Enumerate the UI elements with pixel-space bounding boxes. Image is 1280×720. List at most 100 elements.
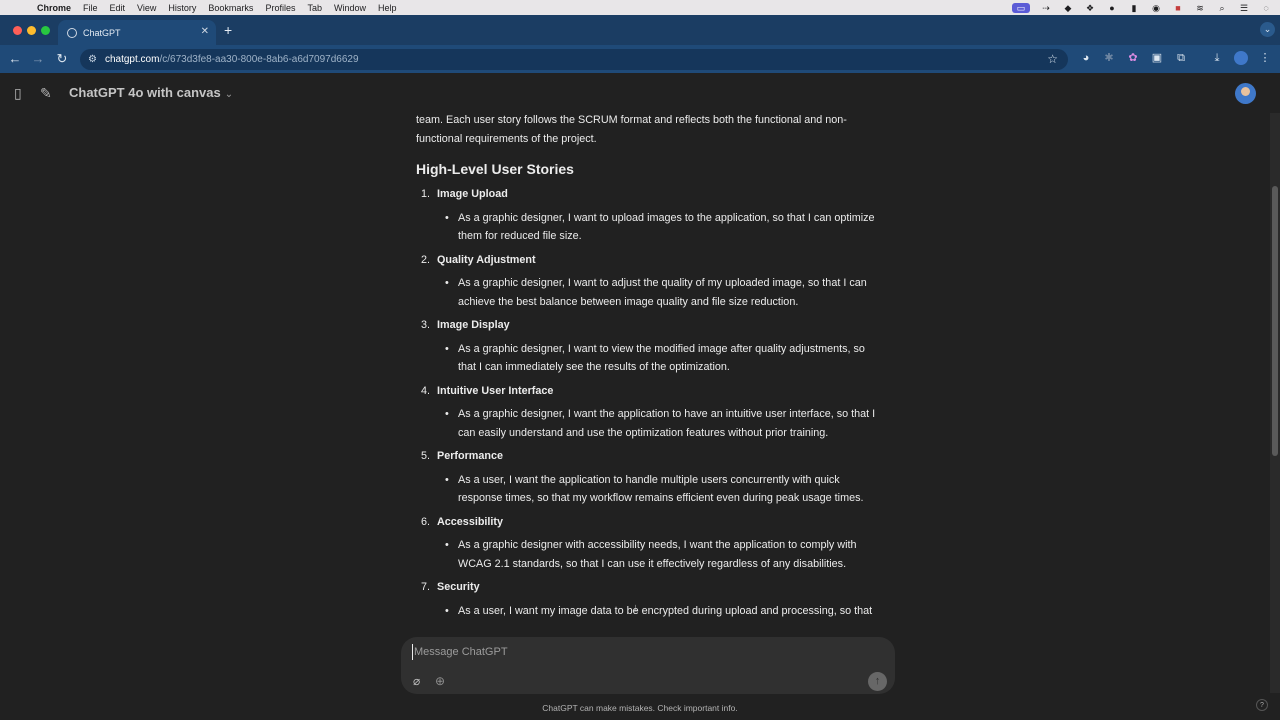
story-number: 4. <box>421 384 431 397</box>
forward-icon[interactable]: → <box>30 51 46 66</box>
app-status-icon[interactable]: ■ <box>1172 3 1184 13</box>
story-text: As a graphic designer, I want the applic… <box>437 405 886 442</box>
scrollbar-thumb[interactable] <box>1272 186 1278 456</box>
screen-share-icon[interactable]: ▭ <box>1012 2 1030 13</box>
story-number: 5. <box>421 450 431 462</box>
chat-header: ▯ ✎ ChatGPT 4o with canvas ⌄ <box>0 73 1280 113</box>
story-text: As a graphic designer with accessibility… <box>437 536 886 573</box>
story-number: 6. <box>421 515 431 528</box>
window-controls <box>13 26 50 35</box>
new-chat-icon[interactable]: ✎ <box>40 85 52 102</box>
story-title: Intuitive User Interface <box>437 384 554 397</box>
story-number: 3. <box>421 319 431 331</box>
extension-2-icon[interactable]: ✱ <box>1102 51 1116 65</box>
browser-tab-strip: ChatGPT ✕ + ⌄ <box>0 15 1280 45</box>
send-button[interactable]: ↑ <box>868 672 887 691</box>
site-info-icon[interactable]: ⚙ <box>88 54 97 65</box>
list-item: 2. Quality Adjustment As a graphic desig… <box>416 251 886 312</box>
back-icon[interactable]: ← <box>7 51 23 66</box>
paperclip-icon[interactable]: ⌀ <box>413 674 420 688</box>
model-name: ChatGPT 4o with canvas <box>69 85 221 100</box>
message-input[interactable] <box>412 644 852 660</box>
timer-icon[interactable]: ◉ <box>1150 3 1162 13</box>
story-number: 1. <box>421 188 431 200</box>
reload-icon[interactable]: ↻ <box>54 51 70 67</box>
extensions-puzzle-icon[interactable]: ⧉ <box>1174 51 1188 65</box>
story-text: As a graphic designer, I want to adjust … <box>437 274 886 311</box>
menu-edit[interactable]: Edit <box>110 3 135 13</box>
user-avatar[interactable] <box>1235 83 1256 104</box>
menubar-status-icons: ▭ ⇢ ◆ ❖ ● ▮ ◉ ■ ≋ ⌕ ☰ ◌ <box>1012 0 1272 15</box>
story-text: As a graphic designer, I want to view th… <box>437 340 886 377</box>
user-stories-list: 1. Image Upload As a graphic designer, I… <box>416 185 886 620</box>
browser-tab-chatgpt[interactable]: ChatGPT ✕ <box>58 20 216 45</box>
story-title: Security <box>437 581 480 593</box>
menu-window[interactable]: Window <box>334 3 375 13</box>
story-title: Image Upload <box>437 188 508 200</box>
story-text: As a user, I want the application to han… <box>437 471 886 508</box>
chrome-menu-icon[interactable]: ⋮ <box>1258 51 1272 65</box>
close-window-button[interactable] <box>13 26 22 35</box>
story-number: 2. <box>421 253 431 266</box>
list-item: 4. Intuitive User Interface As a graphic… <box>416 382 886 443</box>
chevron-down-icon: ⌄ <box>224 89 234 100</box>
dropbox-icon[interactable]: ❖ <box>1084 3 1096 13</box>
section-heading: High-Level User Stories <box>416 161 574 177</box>
story-text: As a graphic designer, I want to upload … <box>437 209 886 246</box>
list-item: 5. Performance As a user, I want the app… <box>416 447 886 508</box>
address-bar[interactable]: ⚙ chatgpt.com/c/673d3fe8-aa30-800e-8ab6-… <box>80 49 1068 70</box>
menu-bookmarks[interactable]: Bookmarks <box>208 3 262 13</box>
new-tab-button[interactable]: + <box>224 22 232 38</box>
menu-help[interactable]: Help <box>378 3 406 13</box>
minimize-window-button[interactable] <box>27 26 36 35</box>
tab-title: ChatGPT <box>83 27 121 38</box>
story-title: Quality Adjustment <box>437 253 536 266</box>
list-item: 1. Image Upload As a graphic designer, I… <box>416 185 886 246</box>
message-composer: ⌀ ⊕ ↑ <box>401 637 895 694</box>
list-item: 6. Accessibility As a graphic designer w… <box>416 513 886 574</box>
scroll-down-arrow-icon[interactable]: ↓ <box>633 602 639 614</box>
browser-toolbar: ← → ↻ ⚙ chatgpt.com/c/673d3fe8-aa30-800e… <box>0 45 1280 73</box>
extension-icon[interactable]: ◆ <box>1062 3 1074 13</box>
arrow-icon[interactable]: ⇢ <box>1040 3 1052 13</box>
menu-app-name[interactable]: Chrome <box>37 3 80 13</box>
story-text: As a user, I want my image data to be en… <box>437 602 886 621</box>
sidebar-toggle-icon[interactable]: ▯ <box>14 85 22 102</box>
extension-4-icon[interactable]: ▣ <box>1150 51 1164 65</box>
intro-paragraph: team. Each user story follows the SCRUM … <box>416 114 847 145</box>
macos-menubar: Chrome File Edit View History Bookmarks … <box>0 0 1280 15</box>
globe-icon[interactable]: ⊕ <box>435 674 445 688</box>
menu-history[interactable]: History <box>168 3 205 13</box>
zoom-window-button[interactable] <box>41 26 50 35</box>
creative-cloud-icon[interactable]: ● <box>1106 3 1118 13</box>
extension-3-icon[interactable]: ✿ <box>1126 51 1140 65</box>
url-path: /c/673d3fe8-aa30-800e-8ab6-a6d7097d6629 <box>159 54 359 65</box>
list-item: 3. Image Display As a graphic designer, … <box>416 316 886 377</box>
story-title: Accessibility <box>437 515 504 528</box>
profile-avatar-icon[interactable] <box>1234 51 1248 65</box>
bookmark-star-icon[interactable]: ☆ <box>1047 52 1058 66</box>
control-center-icon[interactable]: ☰ <box>1238 3 1250 13</box>
menu-file[interactable]: File <box>83 3 107 13</box>
help-button[interactable]: ? <box>1256 699 1268 711</box>
menu-view[interactable]: View <box>137 3 165 13</box>
close-tab-icon[interactable]: ✕ <box>201 26 209 37</box>
story-title: Performance <box>437 450 504 462</box>
siri-icon[interactable]: ◌ <box>1260 3 1272 13</box>
story-title: Image Display <box>437 319 510 331</box>
wifi-icon[interactable]: ≋ <box>1194 3 1206 13</box>
tab-search-button[interactable]: ⌄ <box>1260 22 1275 37</box>
story-number: 7. <box>421 581 431 593</box>
search-icon[interactable]: ⌕ <box>1216 3 1228 13</box>
download-icon[interactable]: ⤓ <box>1210 51 1224 65</box>
url-host: chatgpt.com <box>104 54 160 65</box>
assistant-message: team. Each user story follows the SCRUM … <box>416 113 886 635</box>
openai-favicon-icon <box>67 27 77 38</box>
list-item: 7. Security As a user, I want my image d… <box>416 578 886 620</box>
battery-icon[interactable]: ▮ <box>1128 3 1140 13</box>
extension-1-icon[interactable]: ◕ <box>1079 51 1093 65</box>
menu-tab[interactable]: Tab <box>307 3 331 13</box>
model-selector[interactable]: ChatGPT 4o with canvas ⌄ <box>69 85 233 100</box>
disclaimer-text: ChatGPT can make mistakes. Check importa… <box>542 703 738 713</box>
menu-profiles[interactable]: Profiles <box>265 3 304 13</box>
